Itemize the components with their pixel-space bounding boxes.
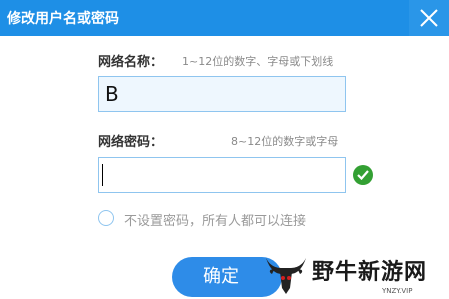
- network-name-input[interactable]: B: [98, 76, 346, 112]
- network-name-label: 网络名称：: [98, 55, 164, 70]
- confirm-button-label: 确定: [203, 266, 239, 287]
- network-name-hint: 1~12位的数字、字母或下划线: [182, 55, 334, 68]
- no-password-radio[interactable]: [98, 210, 114, 226]
- close-button[interactable]: [409, 0, 449, 36]
- network-password-hint: 8~12位的数字或字母: [231, 135, 339, 148]
- dialog-title: 修改用户名或密码: [7, 11, 119, 27]
- site-watermark: 野牛新游网 YNZY.VIP: [262, 254, 442, 299]
- watermark-text: 野牛新游网: [312, 260, 428, 285]
- network-name-value: B: [105, 82, 119, 106]
- network-password-label: 网络密码：: [98, 135, 164, 150]
- dialog-titlebar: 修改用户名或密码: [0, 0, 449, 36]
- watermark-url: YNZY.VIP: [382, 287, 413, 295]
- no-password-label[interactable]: 不设置密码，所有人都可以连接: [124, 210, 306, 229]
- network-password-input[interactable]: [98, 157, 346, 193]
- valid-check-icon: [353, 165, 373, 185]
- close-icon: [420, 9, 438, 27]
- bull-logo-icon: [266, 258, 306, 294]
- text-caret: [102, 164, 103, 186]
